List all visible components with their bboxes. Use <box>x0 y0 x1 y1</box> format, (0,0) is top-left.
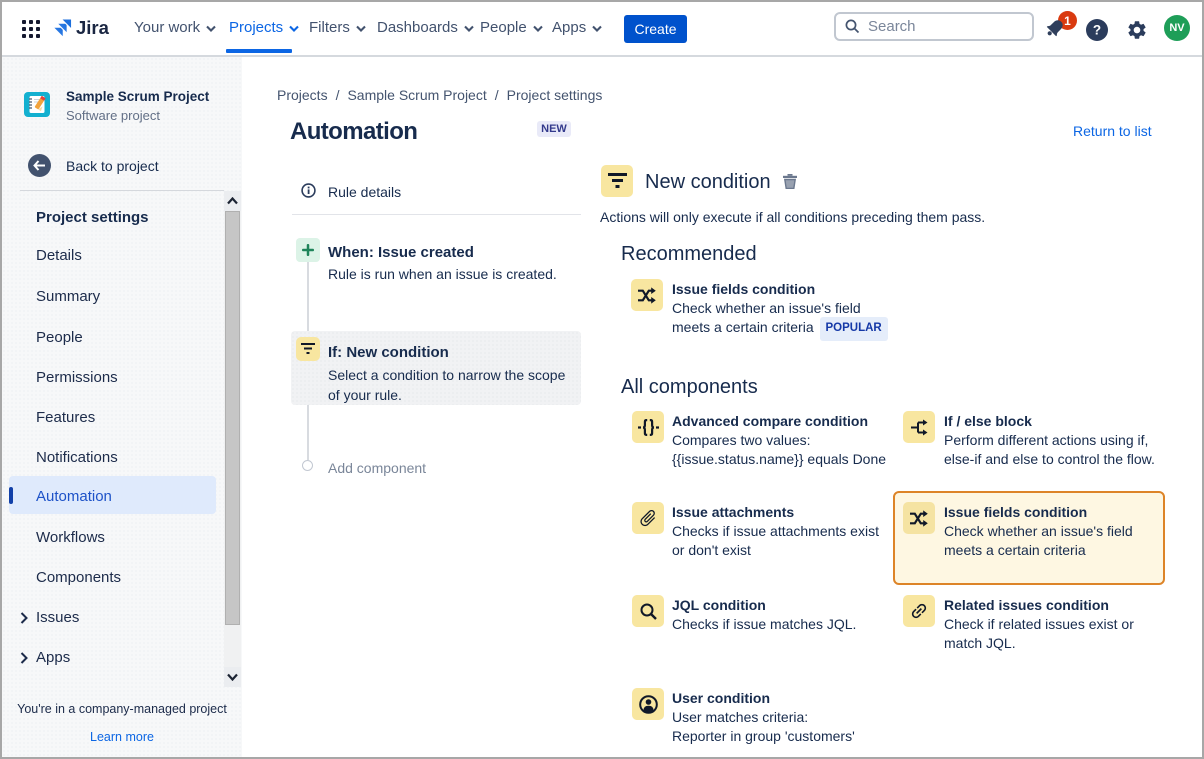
svg-text:?: ? <box>1093 23 1101 38</box>
